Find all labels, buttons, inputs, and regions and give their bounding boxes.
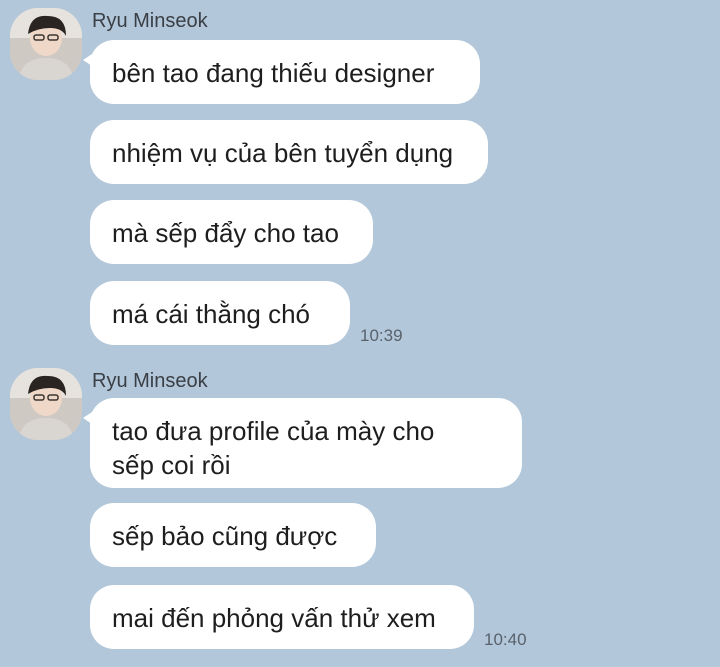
message-bubble[interactable]: sếp bảo cũng được xyxy=(90,503,376,567)
message-bubble[interactable]: mà sếp đẩy cho tao xyxy=(90,200,373,264)
message-bubble[interactable]: má cái thằng chó xyxy=(90,281,350,345)
avatar[interactable] xyxy=(10,8,82,80)
sender-name: Ryu Minseok xyxy=(92,370,208,392)
message-bubble[interactable]: tao đưa profile của mày cho sếp coi rồi xyxy=(83,398,522,488)
message-bubble[interactable]: bên tao đang thiếu designer xyxy=(83,40,480,104)
profile-photo-icon xyxy=(10,8,82,80)
message-bubble[interactable]: nhiệm vụ của bên tuyển dụng xyxy=(90,120,488,184)
sender-name: Ryu Minseok xyxy=(92,10,208,32)
message-bubble[interactable]: mai đến phỏng vấn thử xem xyxy=(90,585,474,649)
profile-photo-icon xyxy=(10,368,82,440)
avatar[interactable] xyxy=(10,368,82,440)
message-timestamp: 10:40 xyxy=(484,630,527,649)
message-timestamp: 10:39 xyxy=(360,326,403,345)
